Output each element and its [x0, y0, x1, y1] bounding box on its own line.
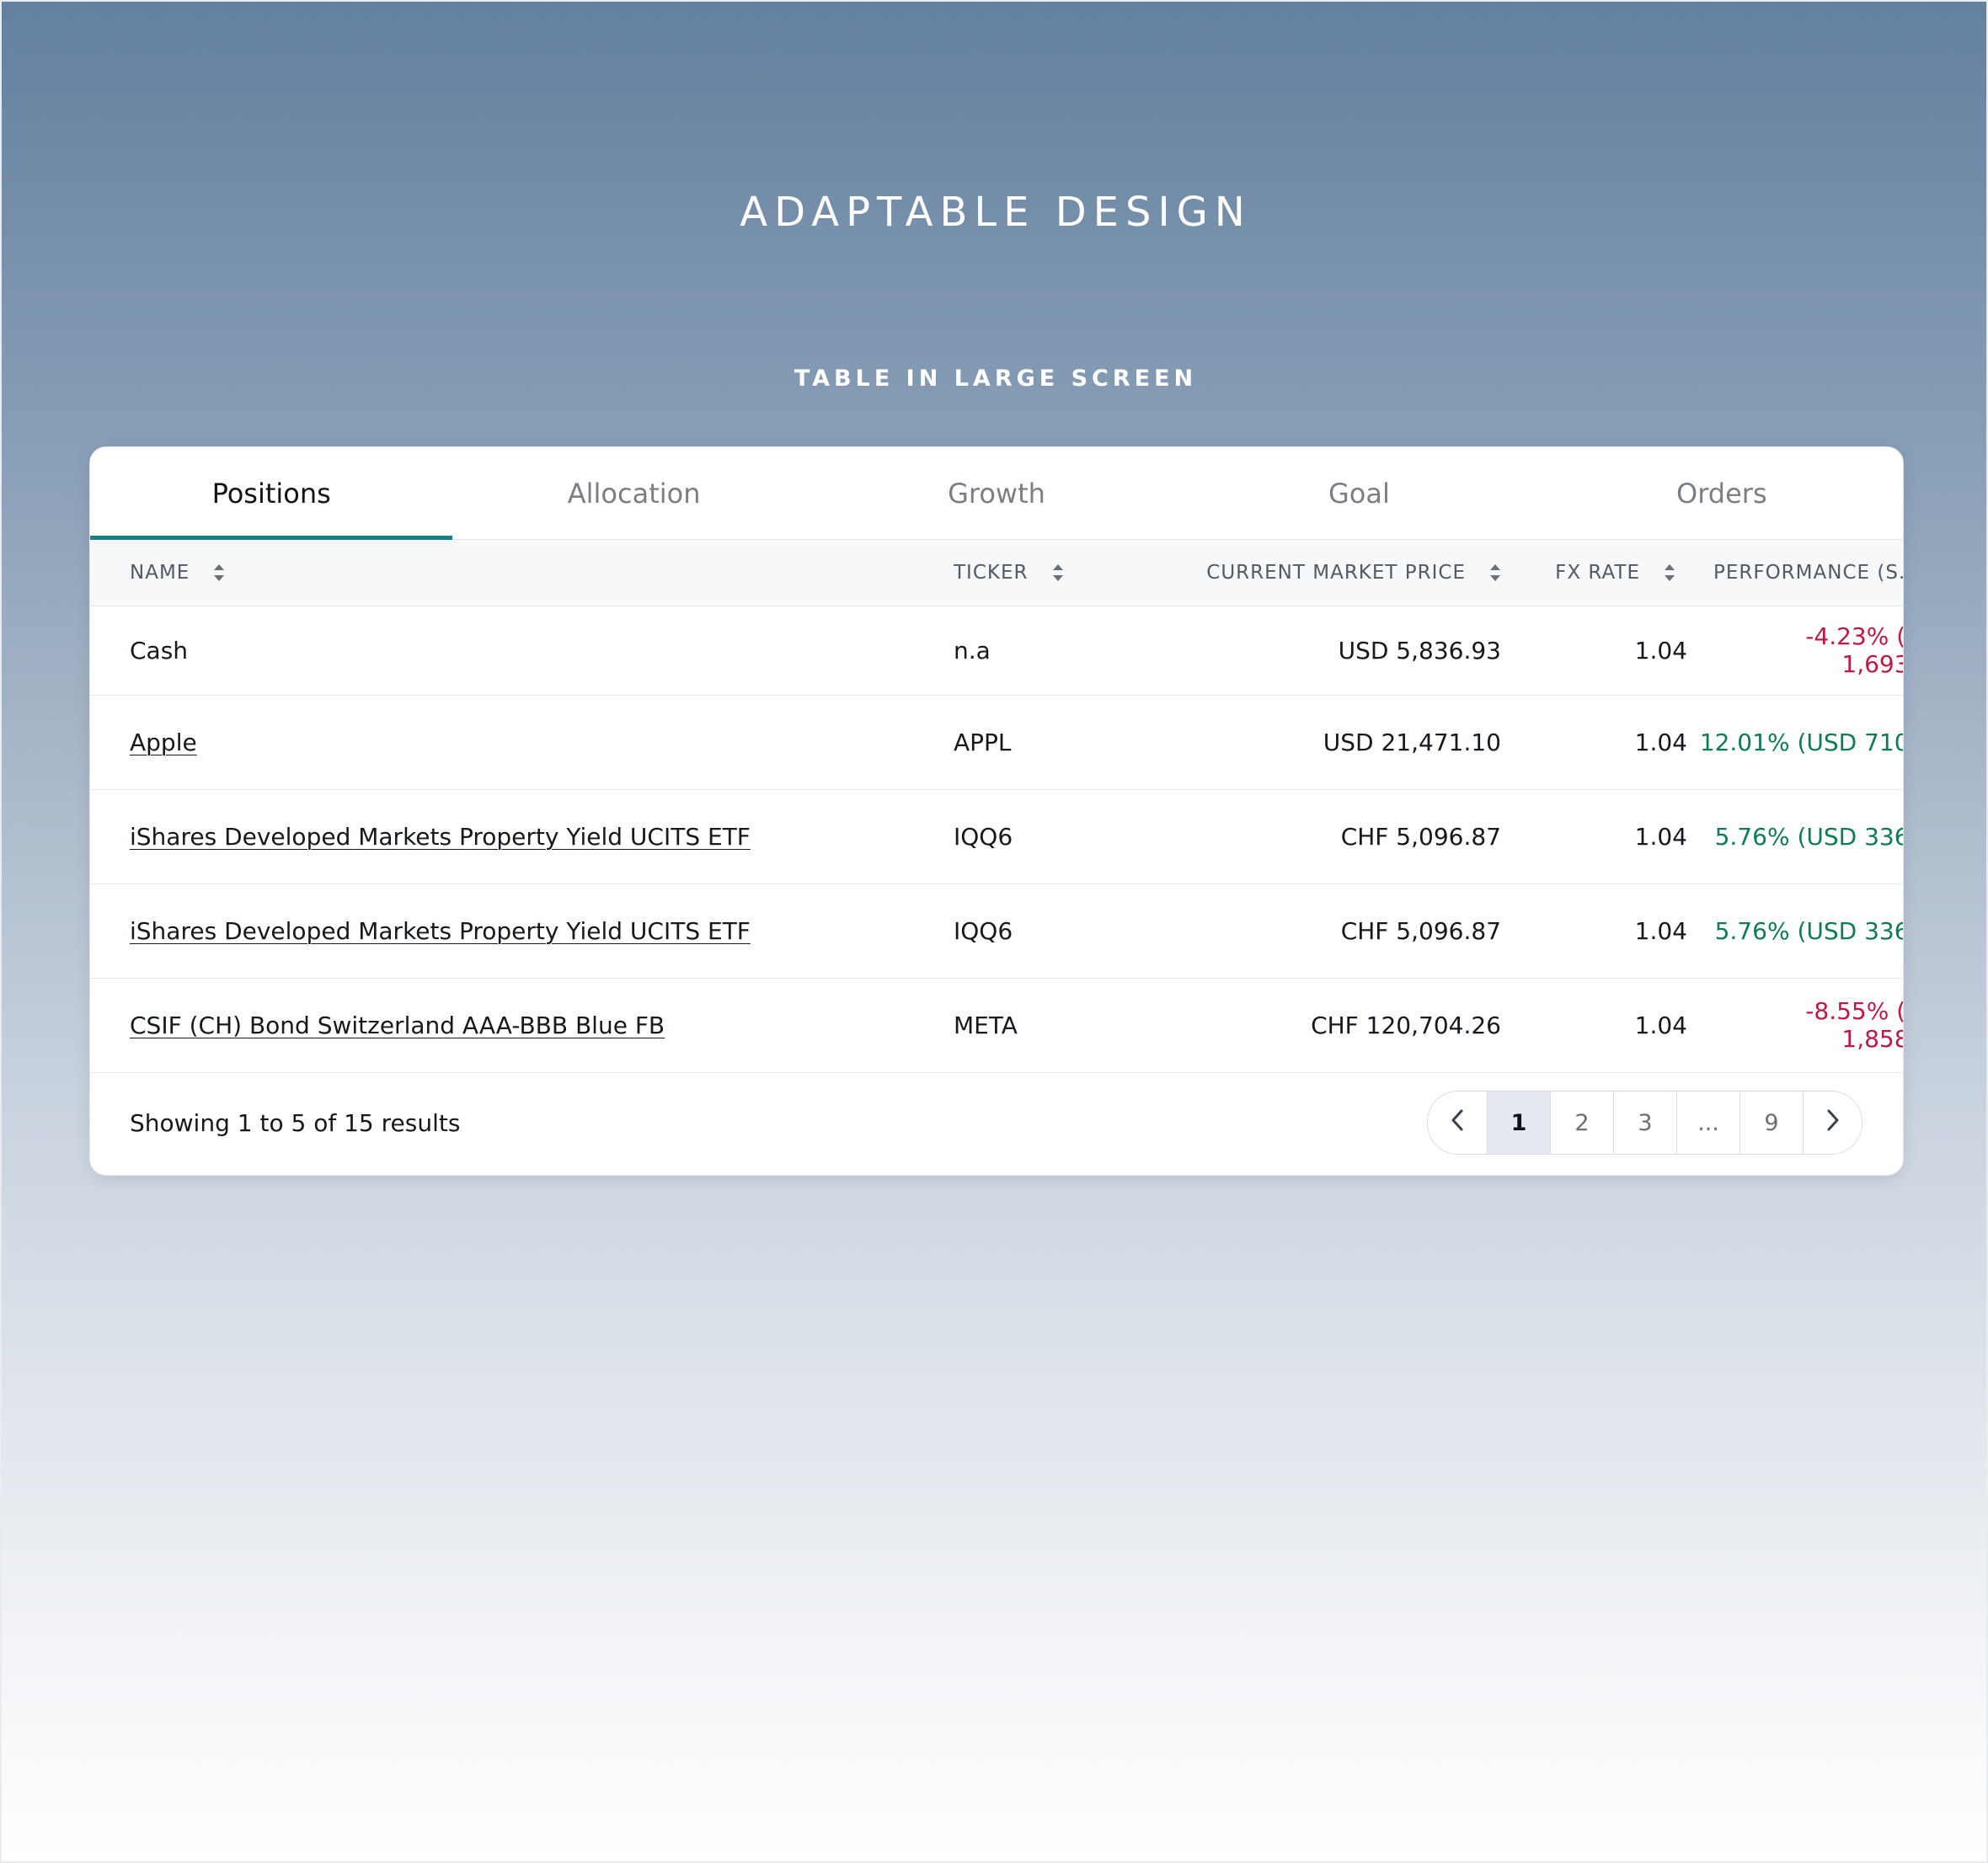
cell-ticker: META — [954, 1011, 1018, 1039]
chevron-left-icon — [1451, 1109, 1464, 1137]
cell-performance: -4.23% (USD 1,693.81) — [1805, 622, 1903, 678]
cell-performance: -8.55% (USD 1,858.01) — [1805, 997, 1903, 1053]
cell-performance: 12.01% (USD 710.08) — [1699, 728, 1903, 756]
previous-page-button[interactable] — [1428, 1092, 1487, 1154]
cell-ticker: IQQ6 — [954, 916, 1013, 945]
page-title: ADAPTABLE DESIGN — [740, 189, 1252, 236]
page-ellipsis: ... — [1676, 1092, 1740, 1154]
column-header-label: NAME — [130, 561, 190, 584]
sort-icon[interactable] — [1489, 563, 1501, 583]
table-row: CSIF (CH) Bond Switzerland AAA-BBB Blue … — [90, 978, 1903, 1072]
column-header-name[interactable]: NAME — [90, 540, 954, 606]
tab-bar: Positions Allocation Growth Goal Orders — [90, 447, 1903, 540]
chevron-right-icon — [1826, 1109, 1840, 1137]
sort-icon[interactable] — [1664, 563, 1675, 583]
table-row: Apple APPL USD 21,471.10 1.04 12.01% (US… — [90, 695, 1903, 789]
tab-growth[interactable]: Growth — [815, 447, 1178, 539]
column-header-label: TICKER — [954, 561, 1029, 584]
cell-ticker: n.a — [954, 636, 991, 665]
position-name: Cash — [130, 636, 189, 665]
cell-fx-rate: 1.04 — [1634, 916, 1687, 945]
positions-card: Positions Allocation Growth Goal Orders … — [89, 446, 1904, 1176]
table-row: Cash n.a USD 5,836.93 1.04 -4.23% (USD 1… — [90, 606, 1903, 695]
sort-icon[interactable] — [213, 563, 225, 583]
cell-price: CHF 5,096.87 — [1340, 822, 1501, 851]
sort-icon[interactable] — [1052, 563, 1064, 583]
column-header-current-market-price[interactable]: CURRENT MARKET PRICE — [1147, 540, 1501, 606]
cell-price: USD 21,471.10 — [1323, 728, 1501, 756]
column-header-label: CURRENT MARKET PRICE — [1206, 561, 1466, 584]
tab-goal[interactable]: Goal — [1178, 447, 1540, 539]
page-button-1[interactable]: 1 — [1487, 1092, 1550, 1154]
column-header-ticker[interactable]: TICKER — [954, 540, 1147, 606]
cell-price: CHF 5,096.87 — [1340, 916, 1501, 945]
column-header-performance[interactable]: PERFORMANCE (S.I) — [1687, 540, 1904, 606]
cell-name: CSIF (CH) Bond Switzerland AAA-BBB Blue … — [90, 978, 954, 1072]
cell-price: CHF 120,704.26 — [1311, 1011, 1501, 1039]
position-link[interactable]: iShares Developed Markets Property Yield… — [130, 917, 751, 945]
tab-orders[interactable]: Orders — [1541, 447, 1903, 539]
cell-fx-rate: 1.04 — [1634, 636, 1687, 665]
tab-allocation[interactable]: Allocation — [452, 447, 815, 539]
position-link[interactable]: CSIF (CH) Bond Switzerland AAA-BBB Blue … — [130, 1012, 665, 1039]
next-page-button[interactable] — [1803, 1092, 1862, 1154]
pagination: 1 2 3 ... 9 — [1427, 1091, 1862, 1155]
page-button-2[interactable]: 2 — [1550, 1092, 1613, 1154]
column-header-fx-rate[interactable]: FX RATE — [1501, 540, 1687, 606]
cell-name: iShares Developed Markets Property Yield… — [90, 883, 954, 978]
section-subtitle: TABLE IN LARGE SCREEN — [794, 366, 1198, 392]
cell-name: iShares Developed Markets Property Yield… — [90, 789, 954, 883]
position-link[interactable]: Apple — [130, 729, 197, 756]
table-row: iShares Developed Markets Property Yield… — [90, 883, 1903, 978]
cell-fx-rate: 1.04 — [1634, 728, 1687, 756]
cell-fx-rate: 1.04 — [1634, 822, 1687, 851]
cell-name: Cash — [90, 606, 954, 695]
cell-performance: 5.76% (USD 336.17) — [1714, 916, 1903, 945]
column-header-label: FX RATE — [1555, 561, 1640, 584]
tab-positions[interactable]: Positions — [90, 447, 453, 540]
cell-ticker: APPL — [954, 728, 1012, 756]
cell-ticker: IQQ6 — [954, 822, 1013, 851]
page-button-3[interactable]: 3 — [1613, 1092, 1676, 1154]
table-header-row: NAME TICKER CURRENT MARKET PRICE FX RATE… — [90, 540, 1904, 606]
cell-price: USD 5,836.93 — [1338, 636, 1501, 665]
page-button-9[interactable]: 9 — [1740, 1092, 1803, 1154]
column-header-label: PERFORMANCE (S.I) — [1713, 561, 1904, 584]
cell-fx-rate: 1.04 — [1634, 1011, 1687, 1039]
table-footer: Showing 1 to 5 of 15 results 1 2 3 ... 9 — [90, 1070, 1903, 1175]
results-summary: Showing 1 to 5 of 15 results — [130, 1108, 461, 1137]
positions-table: NAME TICKER CURRENT MARKET PRICE FX RATE… — [90, 540, 1904, 1073]
table-row: iShares Developed Markets Property Yield… — [90, 789, 1903, 883]
position-link[interactable]: iShares Developed Markets Property Yield… — [130, 823, 751, 851]
cell-performance: 5.76% (USD 336.17) — [1714, 822, 1903, 851]
cell-name: Apple — [90, 695, 954, 789]
